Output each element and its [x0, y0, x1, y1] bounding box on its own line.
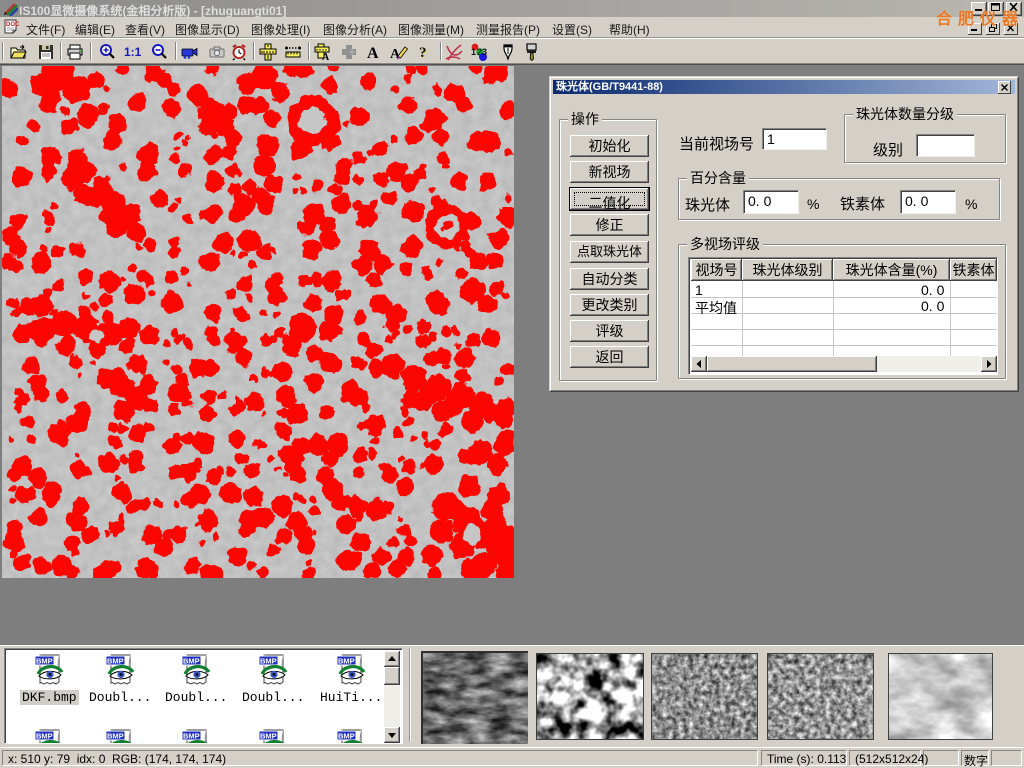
svg-text:1: 1 — [471, 47, 476, 57]
svg-text:3: 3 — [482, 47, 487, 57]
svg-text:A: A — [367, 45, 379, 61]
svg-text:BMP: BMP — [36, 732, 53, 741]
svg-text:A: A — [322, 52, 330, 61]
svg-text:DOC: DOC — [6, 22, 20, 28]
svg-text:1:1: 1:1 — [124, 45, 141, 59]
svg-text:BMP: BMP — [260, 657, 277, 666]
svg-text:BMP: BMP — [107, 657, 124, 666]
svg-text:BMP: BMP — [338, 657, 355, 666]
svg-text:BMP: BMP — [107, 732, 124, 741]
svg-text:?: ? — [419, 45, 427, 61]
svg-text:BMP: BMP — [183, 657, 200, 666]
svg-text:BMP: BMP — [338, 732, 355, 741]
svg-text:BMP: BMP — [260, 732, 277, 741]
svg-text:BMP: BMP — [183, 732, 200, 741]
svg-text:BMP: BMP — [36, 657, 53, 666]
